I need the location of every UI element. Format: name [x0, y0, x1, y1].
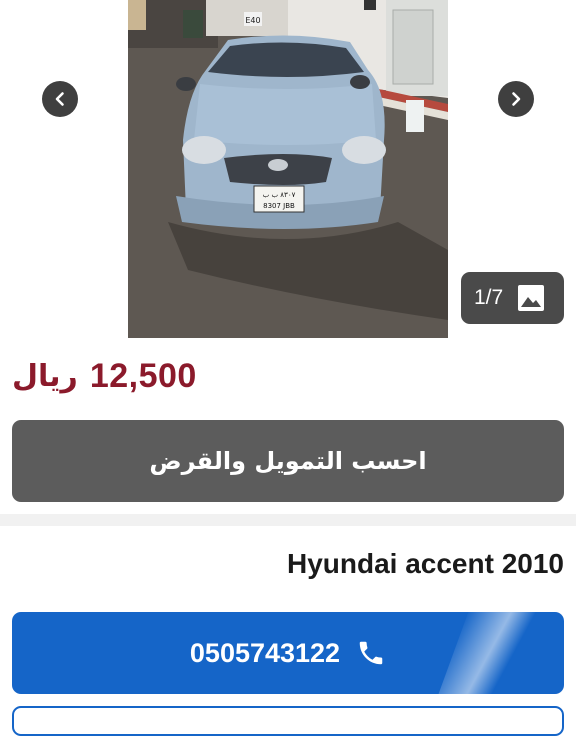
car-title: Hyundai accent 2010 — [286, 548, 564, 579]
plate-top-text: ٨٣٠٧ ب ب — [263, 191, 296, 199]
secondary-contact-button[interactable] — [12, 706, 564, 736]
image-gallery[interactable]: E40 ٨٣٠٧ ب ب 8307 JBB 1/7 — [0, 0, 576, 338]
truck-sign-text: E40 — [245, 16, 260, 25]
image-counter-text: 1/7 — [474, 286, 504, 309]
section-divider — [0, 514, 576, 526]
plate-bottom-text: 8307 JBB — [263, 202, 295, 210]
previous-image-button[interactable] — [42, 81, 78, 117]
chevron-right-icon — [512, 92, 521, 106]
image-counter-badge[interactable]: 1/7 — [461, 272, 564, 324]
price-amount: 12,500 — [89, 356, 197, 395]
image-icon — [518, 285, 545, 311]
phone-number: 0505743122 — [189, 637, 341, 668]
next-image-button[interactable] — [498, 81, 534, 117]
car-photo-illustration: E40 ٨٣٠٧ ب ب 8307 JBB — [128, 0, 448, 338]
phone-icon — [359, 641, 383, 665]
button-shine — [431, 612, 553, 694]
call-phone-button[interactable]: 0505743122 — [12, 612, 564, 694]
price-currency: ريال — [12, 358, 78, 394]
chevron-left-icon — [55, 92, 64, 106]
calculate-financing-button[interactable]: احسب التمويل والقرض — [12, 420, 564, 502]
price: ريال 12,500 — [12, 351, 197, 401]
car-photo[interactable]: E40 ٨٣٠٧ ب ب 8307 JBB — [128, 0, 448, 338]
